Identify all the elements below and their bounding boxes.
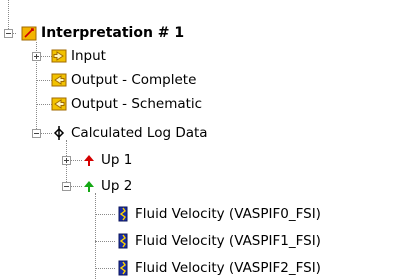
tree-node-output-schematic[interactable]: Output - Schematic [51,94,202,114]
log-data-icon [51,125,67,141]
tree-node-fluid-velocity-0[interactable]: Fluid Velocity (VASPIF0_FSI) [115,204,321,224]
tree-line [95,214,115,215]
tree-node-label: Output - Complete [71,72,197,88]
tree-node-label: Calculated Log Data [71,125,208,141]
expand-toggle-input[interactable] [32,52,41,61]
collapse-toggle-up-2[interactable] [62,182,71,191]
collapse-toggle-calculated-log-data[interactable] [32,129,41,138]
tree-node-fluid-velocity-1[interactable]: Fluid Velocity (VASPIF1_FSI) [115,231,321,251]
tree-line [95,193,96,279]
tree-node-interpretation[interactable]: Interpretation # 1 [21,23,184,43]
log-curve-icon [115,233,131,249]
expand-toggle-up-1[interactable] [62,156,71,165]
tree-node-label: Up 2 [101,178,133,194]
tree-line [36,80,52,81]
tree-line [95,268,115,269]
tree-node-up-2[interactable]: Up 2 [81,176,132,196]
red-up-arrow-icon [81,152,97,168]
tree-node-fluid-velocity-2[interactable]: Fluid Velocity (VASPIF2_FSI) [115,258,321,278]
tree-node-label: Fluid Velocity (VASPIF2_FSI) [135,260,321,276]
tree-node-label: Interpretation # 1 [41,25,185,41]
tree-node-input[interactable]: Input [51,46,106,66]
log-curve-icon [115,260,131,276]
tree-line [36,104,52,105]
tree-node-label: Fluid Velocity (VASPIF1_FSI) [135,233,321,249]
tree-node-label: Up 1 [101,152,133,168]
tree-node-label: Output - Schematic [71,96,203,112]
tree-node-calculated-log-data[interactable]: Calculated Log Data [51,123,208,143]
tree-node-label: Fluid Velocity (VASPIF0_FSI) [135,206,321,222]
tree-node-output-complete[interactable]: Output - Complete [51,70,196,90]
output-arrow-icon [51,72,67,88]
green-up-arrow-icon [81,178,97,194]
tree-view: Interpretation # 1 Input Output - Comple… [0,0,409,279]
tree-line [95,241,115,242]
tree-node-label: Input [71,48,106,64]
output-arrow-icon [51,96,67,112]
interpretation-folder-icon [21,25,37,41]
log-curve-icon [115,206,131,222]
input-arrow-icon [51,48,67,64]
collapse-toggle-root[interactable] [4,29,13,38]
tree-node-up-1[interactable]: Up 1 [81,150,132,170]
